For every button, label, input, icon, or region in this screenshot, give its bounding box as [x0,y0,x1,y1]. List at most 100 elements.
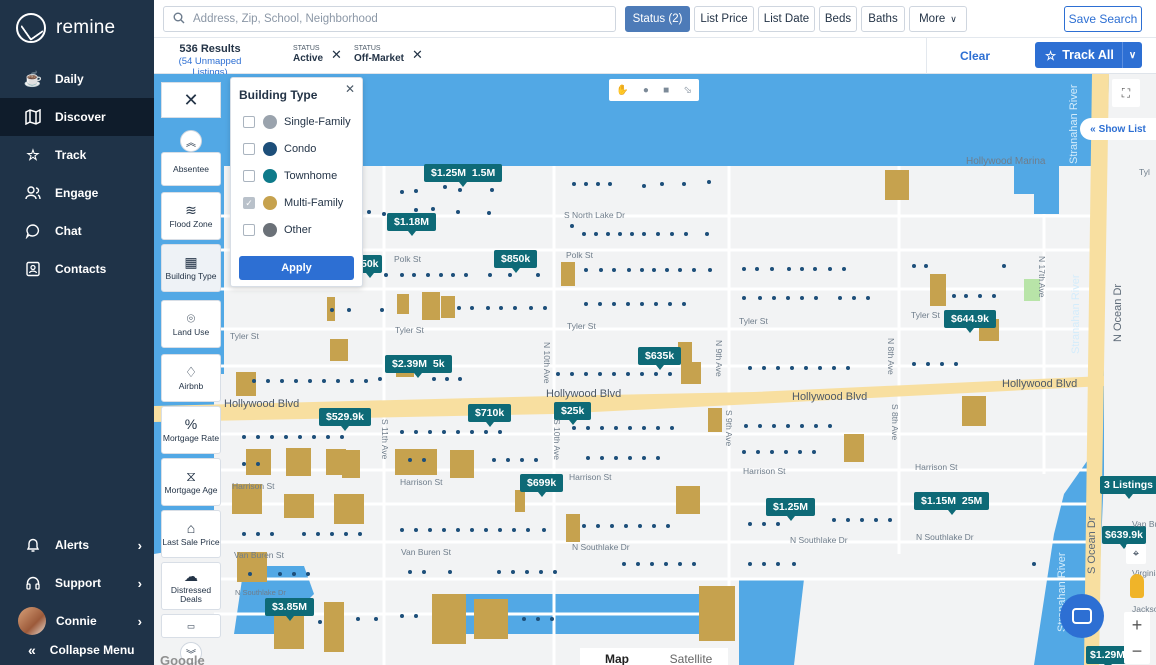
option-label: Single-Family [284,116,351,128]
option-label: Condo [284,143,317,155]
price-tag[interactable]: $529.9k [319,408,371,431]
building-type-option[interactable]: Other [243,221,312,239]
sidebar-item-alerts[interactable]: Alerts › [0,526,154,564]
price-tag[interactable]: $644.9k [944,310,996,333]
chevron-down-icon[interactable]: ∨ [1122,42,1142,68]
checkbox[interactable] [243,143,255,155]
building-type-option[interactable]: Townhome [243,167,337,185]
filter-building-type[interactable]: ▦ Building Type [161,244,221,292]
zoom-in-icon[interactable]: + [1132,615,1143,636]
baths-filter-button[interactable]: Baths [861,6,905,32]
building-type-option[interactable]: Condo [243,140,316,158]
beds-filter-button[interactable]: Beds [819,6,857,32]
water-label: Stranahan River [1070,274,1082,355]
list-price-filter-button[interactable]: List Price [694,6,754,32]
road-label: Hollywood Blvd [224,398,300,410]
more-filters-label: More [919,13,946,25]
filter-flood-zone[interactable]: ≋ Flood Zone [161,192,221,240]
list-date-filter-button[interactable]: List Date [758,6,815,32]
street-label: N 9th Ave [714,340,724,377]
sidebar-item-contacts[interactable]: Contacts [0,250,154,288]
show-list-button[interactable]: « Show List [1080,118,1156,140]
remine-logo[interactable]: remine [16,10,115,46]
contacts-icon [24,260,42,278]
map-type-toggle: Map Satellite [580,648,728,665]
checkbox-checked[interactable]: ✓ [243,197,255,209]
street-view-pegman-icon[interactable] [1130,574,1144,598]
remove-chip-icon[interactable]: ✕ [412,47,423,63]
percent-icon: % [184,416,198,432]
filter-airbnb[interactable]: ♢ Airbnb [161,354,221,402]
chevron-right-icon: › [137,575,142,591]
street-label: N Southlake Dr [790,535,848,545]
status-filter-button[interactable]: Status (2) [625,6,690,32]
price-tag[interactable]: $699k [520,474,564,497]
rectangle-draw-icon[interactable]: ■ [663,85,669,96]
sidebar-item-discover[interactable]: Discover [0,98,154,136]
map-type-satellite[interactable]: Satellite [654,648,728,665]
filter-more[interactable]: ▭ [161,614,221,638]
hand-icon[interactable]: ✋ [616,85,628,96]
polygon-draw-icon[interactable]: ⬂ [683,85,691,96]
track-all-button[interactable]: ☆ Track All ∨ [1035,42,1142,68]
filter-land-use[interactable]: ⌾ Land Use [161,300,221,348]
sidebar-item-label: Contacts [55,262,107,276]
street-label: S 9th Ave [724,410,734,447]
save-search-button[interactable]: Save Search [1064,6,1142,32]
price-tag[interactable]: $710k [468,404,512,427]
price-tag[interactable]: $2.39M 5k [385,355,452,378]
sidebar-item-engage[interactable]: Engage [0,174,154,212]
filter-mortgage-rate[interactable]: % Mortgage Rate [161,406,221,454]
sidebar-item-daily[interactable]: ☕ Daily [0,60,154,98]
chat-widget-button[interactable] [1060,594,1104,638]
sidebar-item-label: Engage [55,186,99,200]
apply-button[interactable]: Apply [239,256,354,280]
filter-label: Distressed Deals [170,584,212,604]
zoom-controls: + − [1124,612,1150,664]
more-filters-button[interactable]: More ∨ [909,6,967,32]
road-label: Hollywood Blvd [546,388,622,400]
clear-filters-button[interactable]: Clear [960,49,990,63]
building-type-option[interactable]: Single-Family [243,113,351,131]
price-tag[interactable]: $3.85M [265,598,315,621]
option-label: Multi-Family [284,197,344,209]
checkbox[interactable] [243,170,255,182]
remove-chip-icon[interactable]: ✕ [331,47,342,63]
sidebar-item-chat[interactable]: Chat [0,212,154,250]
price-tag[interactable]: $25k [554,402,592,425]
building-type-option[interactable]: ✓ Multi-Family [243,194,343,212]
street-label: Harrison St [232,481,275,491]
price-tag[interactable]: $1.25M 1.5M [424,164,503,187]
price-tag[interactable]: 3 Listings [1100,476,1156,499]
price-tag[interactable]: $850k [494,250,538,273]
street-label: S 10th Ave [552,419,562,460]
sidebar-item-support[interactable]: Support › [0,564,154,602]
checkbox[interactable] [243,116,255,128]
locate-icon[interactable]: ⌖ [1126,544,1146,564]
map-canvas[interactable]: $1.25M 1.5M $1.18M $850k 50k $644.9k $63… [154,74,1156,665]
scroll-up-button[interactable]: ︽ [180,130,202,152]
price-tag[interactable]: $1.25M [766,498,816,521]
filter-distressed-deals[interactable]: ☁ Distressed Deals [161,562,221,610]
status-active-chip: STATUS Active ✕ [293,45,342,64]
street-label: N Ocean Dr [1112,283,1124,342]
filter-absentee[interactable]: Absentee [161,152,221,186]
sidebar-item-track[interactable]: ☆ Track [0,136,154,174]
cup-icon: ☕ [23,71,43,88]
zoom-out-icon[interactable]: − [1132,641,1143,662]
circle-draw-icon[interactable]: ● [643,85,649,96]
collapse-menu-button[interactable]: « Collapse Menu [0,635,154,665]
map-type-map[interactable]: Map [580,648,654,665]
search-input[interactable]: Address, Zip, School, Neighborhood [163,6,616,32]
price-tag[interactable]: $1.29M [1086,646,1130,665]
price-tag[interactable]: $635k [638,347,682,370]
close-icon[interactable]: ✕ [345,82,355,96]
checkbox[interactable] [243,224,255,236]
chat-icon [24,222,42,240]
filter-mortgage-age[interactable]: ⧖ Mortgage Age [161,458,221,506]
price-tag[interactable]: $1.18M [387,213,437,236]
close-filters-button[interactable]: ✕ [161,82,221,118]
price-tag[interactable]: $1.15M 25M [914,492,990,515]
filter-last-sale-price[interactable]: ⌂ Last Sale Price [161,510,221,558]
fullscreen-button[interactable]: ⛶ [1112,79,1140,107]
